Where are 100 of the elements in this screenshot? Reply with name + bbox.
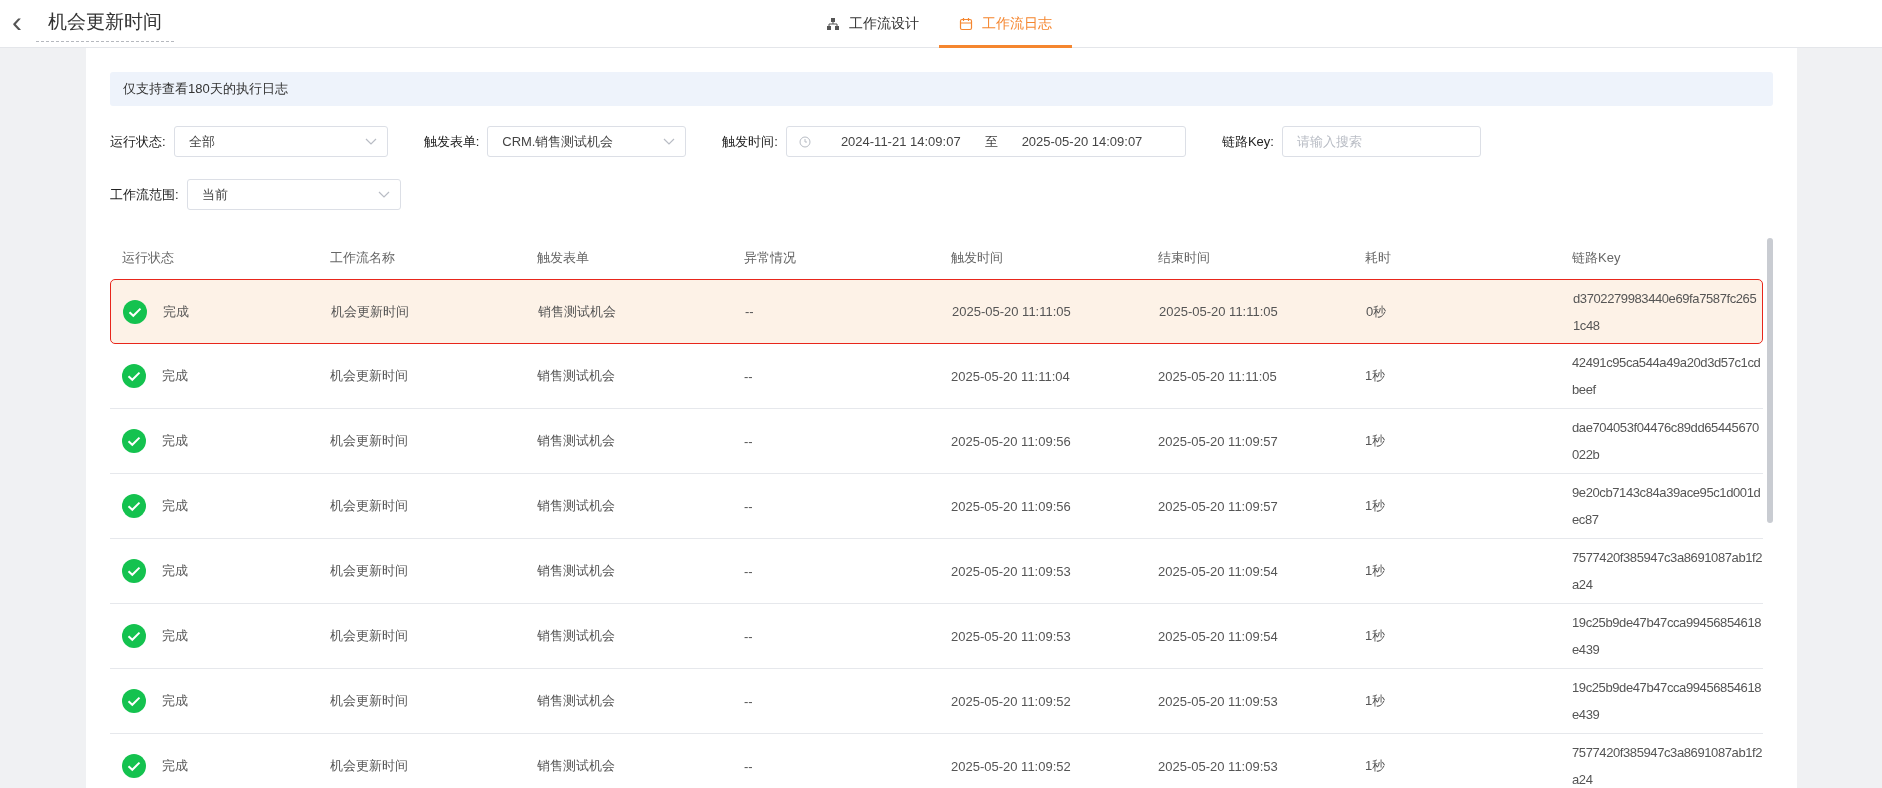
filter-label: 触发时间:: [722, 132, 778, 151]
table-cell-text: 2025-05-20 11:09:56: [951, 498, 1072, 514]
table-cell-text: 2025-05-20 11:11:05: [952, 304, 1072, 319]
select-field[interactable]: 全部: [173, 126, 388, 157]
table-cell-text: --: [745, 304, 755, 319]
table-cell-text: 销售测试机会: [537, 562, 616, 580]
table-cell-text: 1秒: [1365, 497, 1387, 515]
status-text: 完成: [162, 627, 188, 645]
hierarchy-icon: [826, 17, 840, 31]
table-cell-text: 2025-05-20 11:09:53: [1158, 758, 1279, 774]
table-cell-text: 1秒: [1365, 757, 1387, 775]
scrollbar-thumb[interactable]: [1767, 238, 1773, 523]
table-cell-text: 机会更新时间: [331, 302, 410, 321]
status-text: 完成: [162, 692, 188, 710]
table-cell-text: --: [744, 433, 754, 449]
table-cell-text: 2025-05-20 11:11:05: [1158, 368, 1278, 384]
table-cell-text: 9e20cb7143c84a39ace95c1d001dec87: [1572, 484, 1762, 529]
table-cell-text: 2025-05-20 11:09:54: [1158, 563, 1279, 579]
calendar-icon: [959, 17, 973, 31]
select-field[interactable]: 当前: [186, 179, 401, 210]
table-cell-text: 7577420f385947c3a8691087ab1f2a24: [1572, 744, 1763, 788]
table-row[interactable]: 完成 机会更新时间 销售测试机会 -- 2025-05-20 11:09:53 2025-05-20 11:09:54 1秒 19c25b9de47b47cca99456854618e439: [110, 604, 1763, 669]
check-circle-icon: [122, 364, 146, 388]
filter-label: 运行状态:: [110, 132, 166, 151]
table-cell-text: 销售测试机会: [537, 497, 616, 515]
table-cell-text: 1秒: [1365, 692, 1387, 710]
check-circle-icon: [122, 624, 146, 648]
column-header: 运行状态: [122, 248, 175, 267]
table-cell-text: 销售测试机会: [537, 692, 616, 710]
status-text: 完成: [162, 562, 188, 580]
table-row[interactable]: 完成 机会更新时间 销售测试机会 -- 2025-05-20 11:09:52 2025-05-20 11:09:53 1秒 7577420f385947c3a8691087ab1f2a24: [110, 734, 1763, 788]
table-cell-text: --: [744, 498, 754, 514]
table-cell-text: 销售测试机会: [538, 302, 617, 321]
range-separator: 至: [984, 132, 998, 151]
table-row[interactable]: 完成 机会更新时间 销售测试机会 -- 2025-05-20 11:09:56 2025-05-20 11:09:57 1秒 9e20cb7143c84a39ace95c1d001dec87: [110, 474, 1763, 539]
notice-banner: 仅支持查看180天的执行日志: [110, 72, 1773, 106]
table-cell-text: 19c25b9de47b47cca99456854618e439: [1572, 679, 1763, 724]
table-cell-text: 1秒: [1365, 432, 1387, 450]
select-field[interactable]: CRM.销售测试机会: [487, 126, 687, 157]
status-text: 完成: [162, 757, 188, 775]
table-cell-text: 机会更新时间: [330, 562, 409, 580]
table-cell-text: 销售测试机会: [537, 757, 616, 775]
table-row[interactable]: 完成 机会更新时间 销售测试机会 -- 2025-05-20 11:09:52 2025-05-20 11:09:53 1秒 19c25b9de47b47cca99456854618e439: [110, 669, 1763, 734]
back-button[interactable]: ‹: [6, 6, 28, 41]
table-row[interactable]: 完成 机会更新时间 销售测试机会 -- 2025-05-20 11:09:53 2025-05-20 11:09:54 1秒 7577420f385947c3a8691087ab1f2a24: [110, 539, 1763, 604]
check-circle-icon: [122, 689, 146, 713]
table-cell-text: 1秒: [1365, 562, 1387, 580]
table-cell-text: 2025-05-20 11:11:04: [951, 368, 1071, 384]
table-cell-text: --: [744, 563, 754, 579]
page-title: 机会更新时间: [36, 5, 174, 42]
table-cell-text: 机会更新时间: [330, 367, 409, 385]
filter-label: 工作流范围:: [110, 185, 179, 204]
table-cell-text: 1秒: [1365, 367, 1387, 385]
table-cell-text: 2025-05-20 11:09:52: [951, 758, 1072, 774]
table-cell-text: 机会更新时间: [330, 627, 409, 645]
table-cell-text: 2025-05-20 11:11:05: [1159, 304, 1279, 319]
table-row[interactable]: 完成 机会更新时间 销售测试机会 -- 2025-05-20 11:11:04 2025-05-20 11:11:05 1秒 42491c95ca544a49a20d3d57c1cdbeef: [110, 344, 1763, 409]
date-range-field[interactable]: 2024-11-21 14:09:07 至 2025-05-20 14:09:07: [785, 126, 1186, 157]
table-cell-text: 销售测试机会: [537, 432, 616, 450]
table-cell-text: 2025-05-20 11:09:54: [1158, 628, 1279, 644]
table-cell-text: 机会更新时间: [330, 432, 409, 450]
table-cell-text: 0秒: [1366, 302, 1388, 321]
table-cell-text: --: [744, 693, 754, 709]
table-cell-text: 2025-05-20 11:09:57: [1158, 433, 1279, 449]
search-field[interactable]: 请输入搜索: [1281, 126, 1481, 157]
status-text: 完成: [163, 302, 189, 321]
check-circle-icon: [122, 559, 146, 583]
table-cell-text: 销售测试机会: [537, 627, 616, 645]
table-cell-text: 2025-05-20 11:09:52: [951, 693, 1072, 709]
table-cell-text: 42491c95ca544a49a20d3d57c1cdbeef: [1572, 354, 1762, 399]
table-cell-text: --: [744, 368, 754, 384]
table-cell-text: 机会更新时间: [330, 497, 409, 515]
table-cell-text: 7577420f385947c3a8691087ab1f2a24: [1572, 549, 1763, 594]
column-header: 工作流名称: [330, 248, 396, 267]
table-row[interactable]: 完成 机会更新时间 销售测试机会 -- 2025-05-20 11:09:56 2025-05-20 11:09:57 1秒 dae704053f04476c89dd65445670022b: [110, 409, 1763, 474]
start-date: 2024-11-21 14:09:07: [840, 134, 961, 149]
table-cell-text: 1秒: [1365, 627, 1387, 645]
table-cell-text: dae704053f04476c89dd65445670022b: [1572, 419, 1760, 464]
table-cell-text: 2025-05-20 11:09:53: [951, 628, 1072, 644]
column-header: 链路Key: [1572, 248, 1622, 267]
check-circle-icon: [122, 429, 146, 453]
chevron-down-icon: [663, 138, 676, 145]
selected-table-row[interactable]: 完成 机会更新时间 销售测试机会 -- 2025-05-20 11:11:05 2025-05-20 11:11:05 0秒 d3702279983440e69fa7587fc2651c48: [110, 279, 1763, 344]
status-text: 完成: [162, 367, 188, 385]
table-cell-text: --: [744, 758, 754, 774]
tab[interactable]: 工作流设计: [806, 0, 939, 48]
status-text: 完成: [162, 432, 188, 450]
check-circle-icon: [123, 299, 147, 324]
end-date: 2025-05-20 14:09:07: [1021, 134, 1143, 149]
table-cell-text: 19c25b9de47b47cca99456854618e439: [1572, 614, 1763, 659]
chevron-down-icon: [364, 138, 377, 145]
chevron-down-icon: [377, 191, 390, 198]
check-circle-icon: [122, 494, 146, 518]
table-cell-text: 2025-05-20 11:09:57: [1158, 498, 1279, 514]
check-circle-icon: [122, 754, 146, 778]
filter-label: 触发表单:: [423, 132, 480, 151]
table-cell-text: 机会更新时间: [330, 757, 409, 775]
column-header: 耗时: [1365, 248, 1392, 267]
column-header: 结束时间: [1158, 248, 1211, 267]
filter-label: 链路Key:: [1221, 132, 1274, 151]
